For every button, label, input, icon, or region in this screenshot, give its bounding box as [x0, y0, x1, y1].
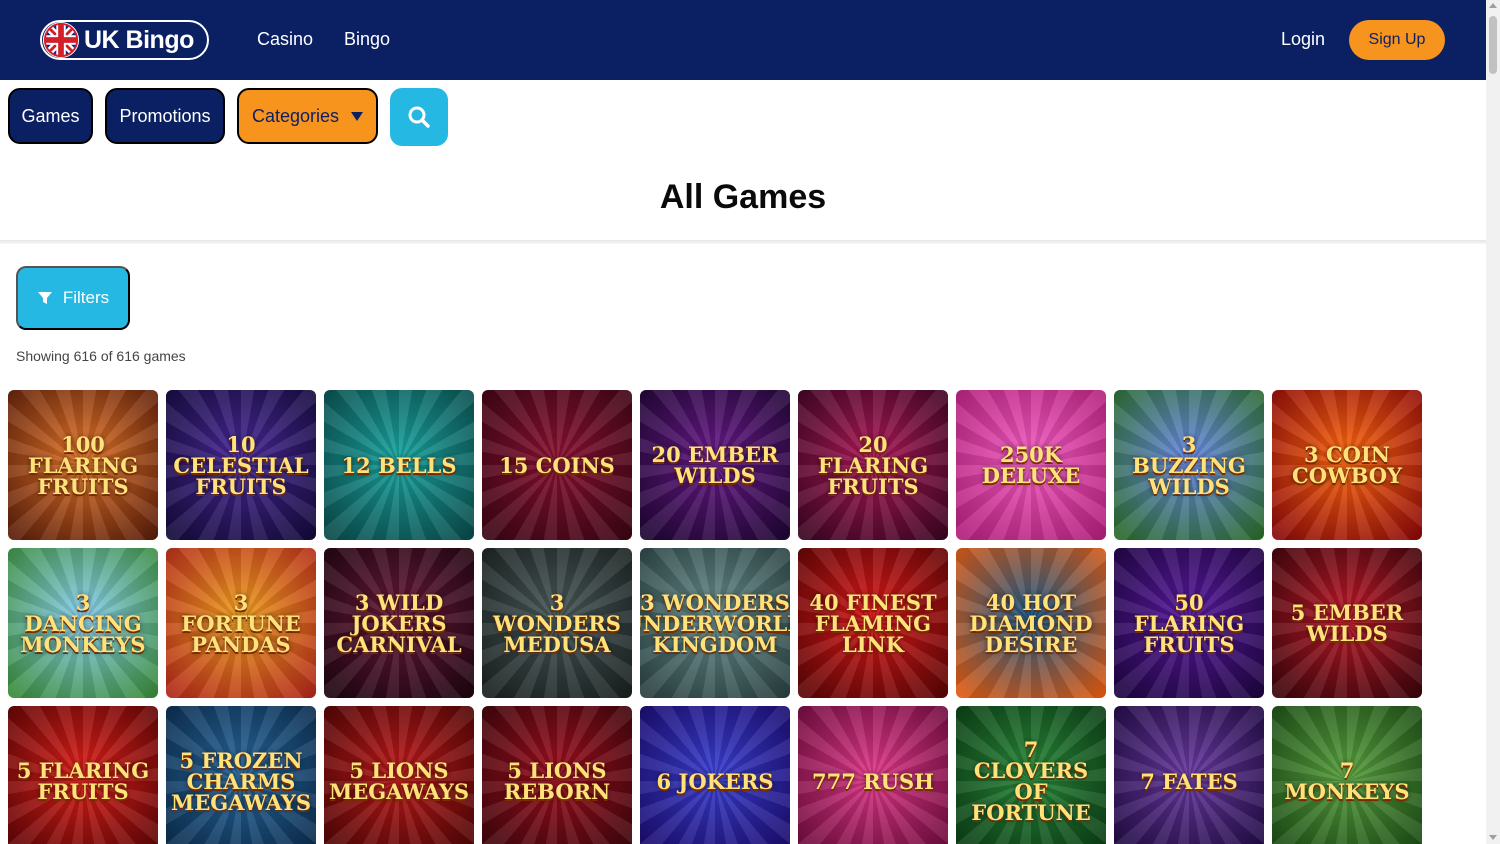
game-tile[interactable]: 777 Rush	[798, 706, 948, 844]
game-tile[interactable]: 3 Wild Jokers Carnival	[324, 548, 474, 698]
game-tile[interactable]: 7 Fates	[1114, 706, 1264, 844]
game-tile[interactable]: 5 Lions Megaways	[324, 706, 474, 844]
game-title: 3 Coin Cowboy	[1291, 442, 1402, 488]
uk-flag-icon	[42, 21, 80, 59]
page-scrollbar[interactable]	[1486, 0, 1500, 844]
game-tile[interactable]: 3 Wonders Medusa	[482, 548, 632, 698]
game-title: 6 Jokers	[656, 768, 774, 794]
results-count: Showing 616 of 616 games	[16, 348, 186, 364]
game-tile[interactable]: 5 Lions Reborn	[482, 706, 632, 844]
categories-label: Categories	[251, 105, 340, 126]
game-tile[interactable]: 7 Monkeys	[1272, 706, 1422, 844]
site-logo[interactable]: UK Bingo	[40, 20, 209, 60]
game-tile[interactable]: 40 Finest Flaming Link	[798, 548, 948, 698]
game-tile[interactable]: 3 Wonders Underworld Kingdom	[640, 548, 790, 698]
game-title: 250K Deluxe	[981, 442, 1081, 488]
signup-button[interactable]: Sign Up	[1349, 20, 1445, 60]
game-title: 3 Buzzing Wilds	[1132, 431, 1246, 499]
filter-funnel-icon	[37, 292, 52, 304]
game-title: 7 Fates	[1140, 768, 1238, 794]
game-tile[interactable]: 50 Flaring Fruits	[1114, 548, 1264, 698]
game-tile[interactable]: 15 Coins	[482, 390, 632, 540]
games-button[interactable]: Games	[8, 88, 93, 144]
game-tile[interactable]: 3 Buzzing Wilds	[1114, 390, 1264, 540]
top-header: UK Bingo Casino Bingo Login Sign Up	[0, 0, 1486, 80]
scroll-up-arrow-icon[interactable]	[1489, 3, 1497, 8]
search-icon	[408, 106, 430, 128]
game-title: 777 Rush	[812, 768, 934, 794]
game-title: 20 Ember Wilds	[651, 442, 779, 488]
filters-button[interactable]: Filters	[16, 266, 130, 330]
game-tile[interactable]: 6 Jokers	[640, 706, 790, 844]
scroll-down-arrow-icon[interactable]	[1489, 835, 1497, 840]
login-link[interactable]: Login	[1281, 29, 1325, 50]
scroll-thumb[interactable]	[1489, 16, 1497, 74]
game-tile[interactable]: 3 Coin Cowboy	[1272, 390, 1422, 540]
promotions-button[interactable]: Promotions	[105, 88, 225, 144]
categories-dropdown[interactable]: Categories	[237, 88, 378, 144]
game-tile[interactable]: 100 Flaring Fruits	[8, 390, 158, 540]
game-tile[interactable]: 5 Ember Wilds	[1272, 548, 1422, 698]
game-tile[interactable]: 3 Fortune Pandas	[166, 548, 316, 698]
caret-down-icon	[351, 111, 364, 121]
game-title: 100 Flaring Fruits	[27, 431, 139, 499]
game-tile[interactable]: 5 Frozen Charms Megaways	[166, 706, 316, 844]
game-title: 40 Finest Flaming Link	[809, 589, 937, 657]
game-title: 5 Flaring Fruits	[16, 758, 150, 804]
logo-text: UK Bingo	[84, 25, 194, 54]
game-tile[interactable]: 10 Celestial Fruits	[166, 390, 316, 540]
filters-label: Filters	[62, 288, 110, 307]
game-title: 3 Fortune Pandas	[181, 589, 301, 657]
game-tile[interactable]: 5 Flaring Fruits	[8, 706, 158, 844]
game-tile[interactable]: 12 Bells	[324, 390, 474, 540]
nav-bingo-link[interactable]: Bingo	[344, 29, 390, 50]
page: UK Bingo Casino Bingo Login Sign Up Game…	[0, 0, 1500, 844]
game-title: 7 Clovers of Fortune	[971, 737, 1091, 825]
game-title: 10 Celestial Fruits	[173, 431, 309, 499]
game-title: 40 Hot Diamond Desire	[969, 589, 1093, 657]
game-tile[interactable]: 20 Ember Wilds	[640, 390, 790, 540]
game-title: 3 Wonders Medusa	[493, 589, 621, 657]
game-title: 5 Frozen Charms Megaways	[170, 747, 312, 815]
section-divider	[0, 240, 1486, 244]
game-tile[interactable]: 250K Deluxe	[956, 390, 1106, 540]
game-title: 7 Monkeys	[1284, 758, 1410, 804]
game-tile[interactable]: 3 Dancing Monkeys	[8, 548, 158, 698]
game-title: 5 Lions Reborn	[503, 758, 611, 804]
game-tile[interactable]: 40 Hot Diamond Desire	[956, 548, 1106, 698]
game-title: 20 Flaring Fruits	[817, 431, 929, 499]
game-title: 3 Dancing Monkeys	[20, 589, 146, 657]
game-title: 5 Lions Megaways	[328, 758, 470, 804]
page-title: All Games	[659, 178, 827, 216]
nav-casino-link[interactable]: Casino	[257, 29, 313, 50]
game-tile[interactable]: 20 Flaring Fruits	[798, 390, 948, 540]
game-title: 3 Wild Jokers Carnival	[336, 589, 462, 657]
game-title: 5 Ember Wilds	[1290, 600, 1404, 646]
games-grid: 100 Flaring Fruits 10 Celestial Fruits 12 …	[8, 390, 1422, 844]
game-title: 3 Wonders Underworld Kingdom	[640, 589, 790, 657]
game-title: 50 Flaring Fruits	[1133, 589, 1245, 657]
search-button[interactable]	[390, 88, 448, 146]
game-tile[interactable]: 7 Clovers of Fortune	[956, 706, 1106, 844]
game-title: 12 Bells	[341, 452, 457, 478]
game-title: 15 Coins	[499, 452, 615, 478]
